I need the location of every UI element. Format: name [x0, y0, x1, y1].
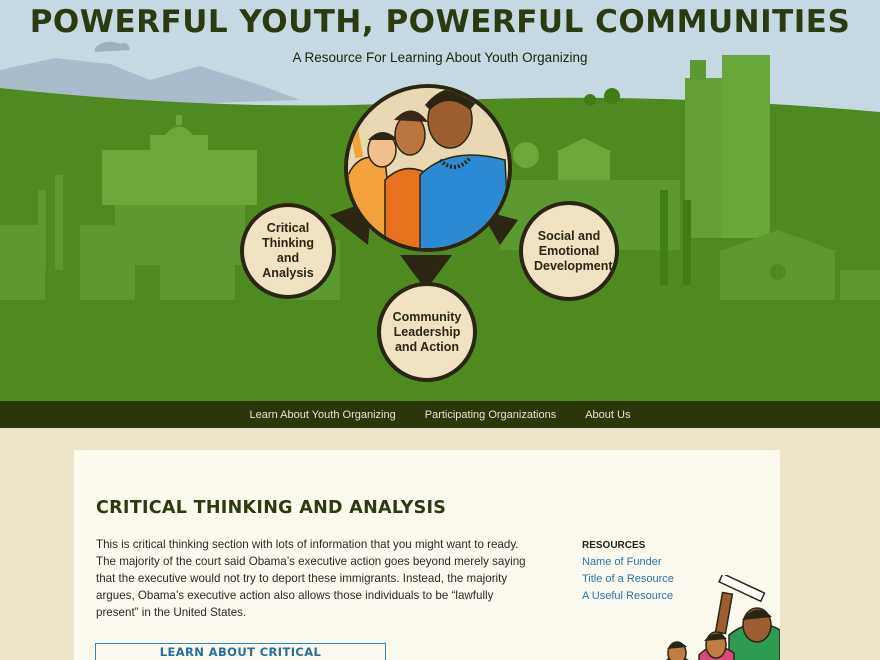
main-content: Critical Thinking and Analysis This is c…	[0, 428, 880, 660]
section-heading: Critical Thinking and Analysis	[96, 498, 447, 518]
resources-heading: RESOURCES	[582, 540, 646, 551]
bubble-critical-thinking-label: Critical Thinking and Analysis	[261, 221, 315, 280]
site-title: Powerful Youth, Powerful Communities	[29, 4, 851, 40]
section-body: This is critical thinking section with l…	[96, 538, 526, 619]
youth-group-illustration	[665, 575, 780, 660]
hero-banner: Powerful Youth, Powerful Communities A R…	[0, 0, 880, 401]
nav-about-us[interactable]: About Us	[585, 409, 630, 421]
learn-critical-thinking-button[interactable]: Learn About Critical Thinking/Analysis	[95, 643, 386, 660]
content-card: Critical Thinking and Analysis This is c…	[74, 450, 780, 660]
nav-participating-organizations[interactable]: Participating Organizations	[425, 409, 556, 421]
main-nav: Learn About Youth Organizing Participati…	[0, 401, 880, 428]
site-subtitle: A Resource For Learning About Youth Orga…	[292, 50, 588, 65]
resource-link-funder[interactable]: Name of Funder	[582, 556, 661, 568]
bubble-community-leadership[interactable]: Community Leadership and Action	[377, 282, 477, 382]
bubble-community-leadership-label: Community Leadership and Action	[392, 309, 462, 354]
bubble-critical-thinking[interactable]: Critical Thinking and Analysis	[240, 203, 336, 299]
nav-learn-about-youth-organizing[interactable]: Learn About Youth Organizing	[250, 409, 396, 421]
bubble-social-emotional[interactable]: Social and Emotional Development	[519, 201, 619, 301]
bubble-social-emotional-label: Social and Emotional Development	[534, 228, 613, 273]
